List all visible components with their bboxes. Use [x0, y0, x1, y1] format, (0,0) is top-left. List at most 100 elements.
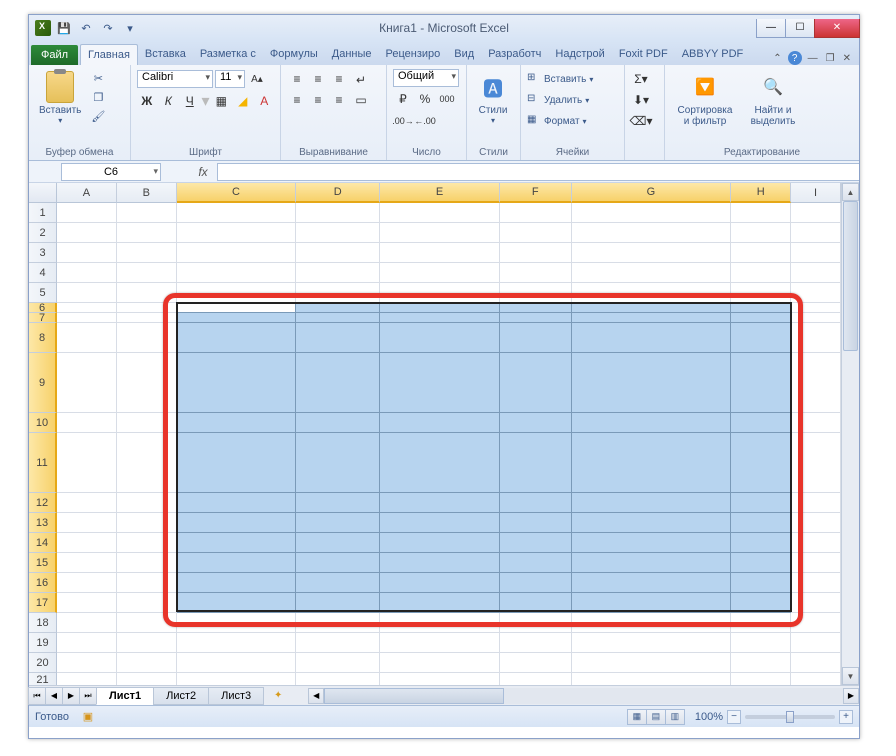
doc-close-icon[interactable]: ✕: [841, 53, 853, 64]
cell[interactable]: [731, 313, 791, 323]
vertical-scrollbar[interactable]: ▲ ▼: [841, 183, 859, 685]
cell[interactable]: [380, 653, 500, 673]
redo-icon[interactable]: ↷: [99, 19, 117, 37]
tab-формулы[interactable]: Формулы: [263, 44, 325, 65]
cell[interactable]: [731, 243, 791, 263]
row-header-14[interactable]: 14: [29, 533, 57, 553]
cell[interactable]: [177, 303, 297, 313]
row-header-12[interactable]: 12: [29, 493, 57, 513]
cell[interactable]: [380, 633, 500, 653]
cell[interactable]: [177, 353, 297, 413]
tab-надстрой[interactable]: Надстрой: [548, 44, 611, 65]
cell[interactable]: [117, 413, 177, 433]
row-header-4[interactable]: 4: [29, 263, 57, 283]
doc-restore-icon[interactable]: ❐: [824, 53, 837, 64]
currency-icon[interactable]: ₽: [393, 89, 413, 109]
cell[interactable]: [500, 223, 572, 243]
cell[interactable]: [500, 353, 572, 413]
cell[interactable]: [57, 303, 117, 313]
cell[interactable]: [572, 223, 732, 243]
cell[interactable]: [731, 553, 791, 573]
cell[interactable]: [791, 593, 841, 613]
cell[interactable]: [57, 313, 117, 323]
cell[interactable]: [731, 323, 791, 353]
cell[interactable]: [57, 283, 117, 303]
cell[interactable]: [57, 533, 117, 553]
cut-icon[interactable]: ✂: [89, 69, 107, 87]
col-header-A[interactable]: A: [57, 183, 117, 203]
tab-вид[interactable]: Вид: [447, 44, 481, 65]
row-header-7[interactable]: 7: [29, 313, 57, 323]
cell[interactable]: [500, 303, 572, 313]
cell[interactable]: [117, 573, 177, 593]
cell[interactable]: [117, 263, 177, 283]
fx-button[interactable]: fx: [191, 165, 215, 179]
cell[interactable]: [500, 433, 572, 493]
zoom-slider[interactable]: [745, 715, 835, 719]
cell[interactable]: [296, 313, 380, 323]
cell[interactable]: [572, 413, 732, 433]
cell[interactable]: [380, 493, 500, 513]
cell[interactable]: [296, 593, 380, 613]
row-header-19[interactable]: 19: [29, 633, 57, 653]
help-icon[interactable]: ?: [788, 51, 802, 65]
tab-foxit pdf[interactable]: Foxit PDF: [612, 44, 675, 65]
cell[interactable]: [177, 633, 297, 653]
row-header-1[interactable]: 1: [29, 203, 57, 223]
format-cells-button[interactable]: ▦Формат▾: [527, 111, 587, 131]
cell[interactable]: [117, 513, 177, 533]
cell[interactable]: [117, 323, 177, 353]
zoom-out-button[interactable]: −: [727, 710, 741, 724]
cell[interactable]: [500, 593, 572, 613]
cell[interactable]: [572, 353, 732, 413]
cell[interactable]: [380, 263, 500, 283]
row-header-21[interactable]: 21: [29, 673, 57, 685]
row-header-18[interactable]: 18: [29, 613, 57, 633]
cell[interactable]: [731, 353, 791, 413]
align-left-icon[interactable]: ≡: [287, 90, 307, 110]
cell[interactable]: [572, 493, 732, 513]
sort-filter-button[interactable]: 🔽 Сортировка и фильтр: [671, 69, 739, 129]
cell[interactable]: [177, 313, 297, 323]
cell[interactable]: [791, 573, 841, 593]
cell[interactable]: [117, 433, 177, 493]
cell[interactable]: [296, 323, 380, 353]
save-icon[interactable]: 💾: [55, 19, 73, 37]
col-header-B[interactable]: B: [117, 183, 177, 203]
cell[interactable]: [380, 413, 500, 433]
cell[interactable]: [57, 613, 117, 633]
cell[interactable]: [500, 553, 572, 573]
insert-cells-button[interactable]: ⊞Вставить▾: [527, 69, 593, 89]
cell[interactable]: [380, 573, 500, 593]
align-bottom-icon[interactable]: ≡: [329, 69, 349, 89]
cell[interactable]: [177, 323, 297, 353]
cell[interactable]: [500, 673, 572, 685]
row-header-15[interactable]: 15: [29, 553, 57, 573]
cell[interactable]: [117, 553, 177, 573]
cell[interactable]: [177, 203, 297, 223]
cell[interactable]: [791, 413, 841, 433]
cell[interactable]: [296, 633, 380, 653]
find-select-button[interactable]: 🔍 Найти и выделить: [741, 69, 805, 129]
cell[interactable]: [380, 313, 500, 323]
cell[interactable]: [296, 553, 380, 573]
close-button[interactable]: ✕: [814, 19, 860, 38]
cell[interactable]: [731, 413, 791, 433]
cell[interactable]: [296, 573, 380, 593]
cell[interactable]: [296, 223, 380, 243]
cell[interactable]: [731, 633, 791, 653]
cell[interactable]: [500, 263, 572, 283]
font-name-select[interactable]: Calibri: [137, 70, 213, 88]
cell[interactable]: [791, 653, 841, 673]
cell[interactable]: [380, 283, 500, 303]
cell[interactable]: [731, 283, 791, 303]
copy-icon[interactable]: ❐: [89, 88, 107, 106]
scroll-down-icon[interactable]: ▼: [842, 667, 859, 685]
cell[interactable]: [791, 613, 841, 633]
underline-button[interactable]: Ч: [180, 91, 200, 111]
increase-decimal-icon[interactable]: .00→: [393, 111, 413, 131]
hscroll-right-icon[interactable]: ▶: [843, 688, 859, 704]
cell[interactable]: [296, 243, 380, 263]
cell[interactable]: [572, 513, 732, 533]
name-box[interactable]: C6: [61, 163, 161, 181]
